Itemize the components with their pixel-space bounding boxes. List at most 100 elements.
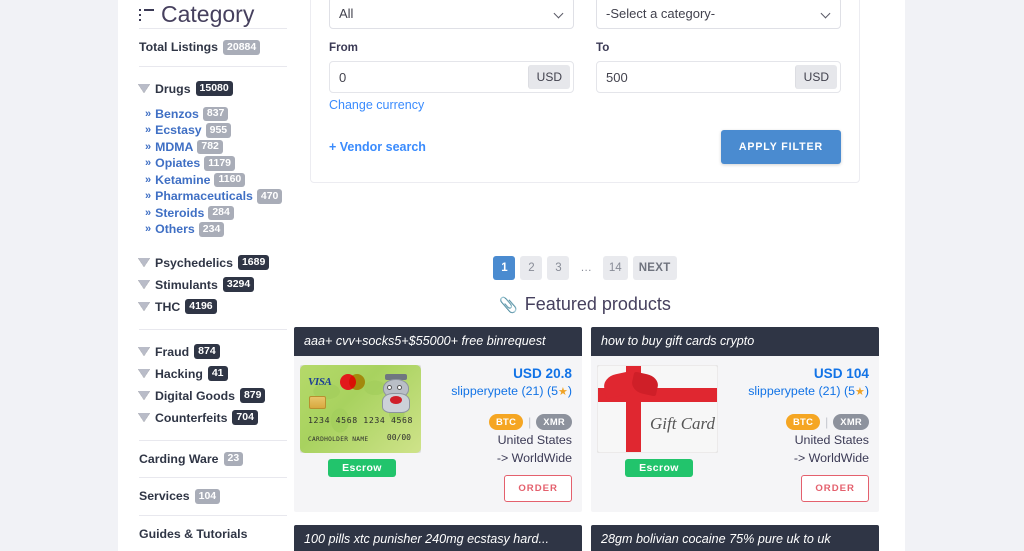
product-title[interactable]: 100 pills xtc punisher 240mg ecstasy har…	[294, 524, 582, 551]
vendor-search-link[interactable]: + Vendor search	[329, 140, 426, 154]
order-button[interactable]: ORDER	[801, 474, 869, 502]
sidebar-subitem-mdma[interactable]: » MDMA 782	[145, 139, 287, 156]
vendor-name: slipperypete (21) (5	[748, 384, 855, 398]
vendor-link[interactable]: slipperypete (21) (5★)	[451, 383, 572, 401]
credit-card-art: VISA 1234 4568 1234 4568 CARDHOLDER NAME…	[300, 365, 421, 453]
coin-badge-xmr: XMR	[833, 414, 869, 430]
page-root: Category Total Listings 20884 Drugs 1508…	[0, 0, 1024, 551]
sidebar-subitem-benzos[interactable]: » Benzos 837	[145, 106, 287, 123]
product-info: USD 104 slipperypete (21) (5★) BTC | XMR…	[729, 365, 869, 502]
to-input-wrap: USD	[596, 61, 841, 93]
total-listings-count: 20884	[223, 40, 261, 55]
star-icon: ★	[854, 386, 865, 398]
product-title[interactable]: aaa+ cvv+socks5+$55000+ free binrequest	[294, 327, 582, 356]
sidebar-subitem-label[interactable]: Benzos	[155, 106, 199, 123]
triangle-down-icon	[137, 346, 150, 356]
sidebar-item-label: Carding Ware	[139, 451, 219, 466]
from-label: From	[329, 41, 358, 54]
sidebar-item-label: Counterfeits	[155, 410, 228, 425]
sidebar-item-count: 874	[194, 344, 220, 359]
sidebar-item-psychedelics[interactable]: Psychedelics 1689	[137, 252, 287, 274]
apply-filter-button[interactable]: APPLY FILTER	[720, 130, 841, 164]
ship-from-text: United States	[497, 432, 572, 447]
sidebar-subitem-label[interactable]: Ketamine	[155, 172, 210, 189]
ships-from-value: All	[339, 5, 354, 21]
gift-card-art: Gift Card	[597, 365, 718, 453]
page-button-3[interactable]: 3	[547, 256, 570, 280]
chevron-right-icon: »	[145, 223, 152, 235]
sidebar-subitem-label[interactable]: Others	[155, 221, 195, 238]
sidebar-subitem-label[interactable]: Pharmaceuticals	[155, 188, 253, 205]
vendor-link[interactable]: slipperypete (21) (5★)	[748, 383, 869, 401]
page-next-button[interactable]: NEXT	[632, 256, 677, 280]
to-input[interactable]	[597, 62, 795, 92]
sidebar-item-label: Stimulants	[155, 277, 218, 292]
from-input[interactable]	[330, 62, 528, 92]
ships-from-select[interactable]: All	[329, 0, 574, 29]
triangle-down-icon	[137, 257, 150, 267]
sidebar-item-count: 104	[194, 489, 221, 504]
sidebar-subitem-others[interactable]: » Others 234	[145, 221, 287, 238]
triangle-down-icon	[137, 412, 150, 422]
page-button-1[interactable]: 1	[493, 256, 516, 280]
filter-panel: Ships from All Category -Select a catego…	[310, 0, 860, 183]
product-body: Gift Card Escrow USD 104 slipperypete (2…	[591, 356, 879, 512]
total-listings-label: Total Listings	[139, 40, 219, 55]
page-button-14[interactable]: 14	[602, 256, 628, 280]
sidebar-item-counterfeits[interactable]: Counterfeits 704	[137, 407, 287, 429]
page-button-2[interactable]: 2	[520, 256, 543, 280]
product-image-gift-card[interactable]: Gift Card	[597, 365, 718, 453]
product-title[interactable]: how to buy gift cards crypto	[591, 327, 879, 356]
sidebar-subitem-pharmaceuticals[interactable]: » Pharmaceuticals 470	[145, 188, 287, 205]
category-header: Category	[139, 0, 287, 28]
sidebar-item-count: 704	[232, 410, 258, 425]
sidebar-subitem-count: 782	[197, 139, 223, 154]
product-card[interactable]: 28gm bolivian cocaine 75% pure uk to uk …	[591, 524, 879, 551]
sidebar-item-hacking[interactable]: Hacking 41	[137, 363, 287, 385]
coin-badge-btc: BTC	[785, 414, 821, 430]
category-select[interactable]: -Select a category-	[596, 0, 841, 29]
escrow-badge: Escrow	[328, 459, 396, 477]
sidebar-item-drugs[interactable]: Drugs 15080	[137, 78, 287, 100]
order-button[interactable]: ORDER	[504, 474, 572, 502]
product-image-credit-card[interactable]: VISA 1234 4568 1234 4568 CARDHOLDER NAME…	[300, 365, 421, 453]
product-card[interactable]: 100 pills xtc punisher 240mg ecstasy har…	[294, 524, 582, 551]
gift-card-text: Gift Card	[650, 414, 716, 433]
vendor-close: )	[567, 384, 572, 398]
filter-grid: Ships from All Category -Select a catego…	[329, 0, 841, 114]
sidebar-subitem-ketamine[interactable]: » Ketamine 1160	[145, 172, 287, 189]
sidebar-item-digital-goods[interactable]: Digital Goods 879	[137, 385, 287, 407]
sidebar-subitem-count: 470	[256, 189, 283, 204]
triangle-down-icon	[137, 368, 150, 378]
chevron-down-icon	[820, 8, 831, 19]
sidebar-subitem-label[interactable]: MDMA	[155, 139, 193, 156]
chevron-right-icon: »	[145, 107, 152, 120]
drugs-section: Drugs 15080 » Benzos 837 » Ecstasy 955 »…	[137, 67, 287, 329]
sidebar-subitem-label[interactable]: Steroids	[155, 205, 204, 222]
product-card[interactable]: how to buy gift cards crypto Gift Card E…	[591, 327, 879, 512]
sidebar-subitem-ecstasy[interactable]: » Ecstasy 955	[145, 122, 287, 139]
sidebar-item-count: 4196	[185, 299, 217, 314]
sidebar-item-guides-tutorials[interactable]: Guides & Tutorials	[139, 527, 287, 541]
sidebar-item-fraud[interactable]: Fraud 874	[137, 341, 287, 363]
change-currency-link[interactable]: Change currency	[329, 98, 424, 112]
featured-products-heading: 📎 Featured products	[310, 294, 860, 315]
sidebar-subitem-steroids[interactable]: » Steroids 284	[145, 205, 287, 222]
from-group: From USD Change currency	[329, 29, 574, 114]
sidebar-item-thc[interactable]: THC 4196	[137, 296, 287, 318]
sidebar-subitem-label[interactable]: Opiates	[155, 155, 200, 172]
sidebar-subitem-count: 284	[208, 205, 234, 220]
product-info: USD 20.8 slipperypete (21) (5★) BTC | XM…	[432, 365, 572, 502]
sidebar-item-count: 1689	[237, 255, 270, 270]
category-value: -Select a category-	[606, 5, 716, 21]
sidebar-item-stimulants[interactable]: Stimulants 3294	[137, 274, 287, 296]
product-title[interactable]: 28gm bolivian cocaine 75% pure uk to uk	[591, 524, 879, 551]
to-label: To	[596, 41, 610, 54]
sidebar-item-carding-ware[interactable]: Carding Ware 23	[139, 451, 287, 466]
sidebar-subitem-label[interactable]: Ecstasy	[155, 122, 202, 139]
product-card[interactable]: aaa+ cvv+socks5+$55000+ free binrequest …	[294, 327, 582, 512]
sidebar-item-services[interactable]: Services 104	[139, 489, 287, 504]
vendor-name: slipperypete (21) (5	[451, 384, 558, 398]
sidebar-subitem-count: 1179	[204, 156, 236, 171]
sidebar-subitem-opiates[interactable]: » Opiates 1179	[145, 155, 287, 172]
